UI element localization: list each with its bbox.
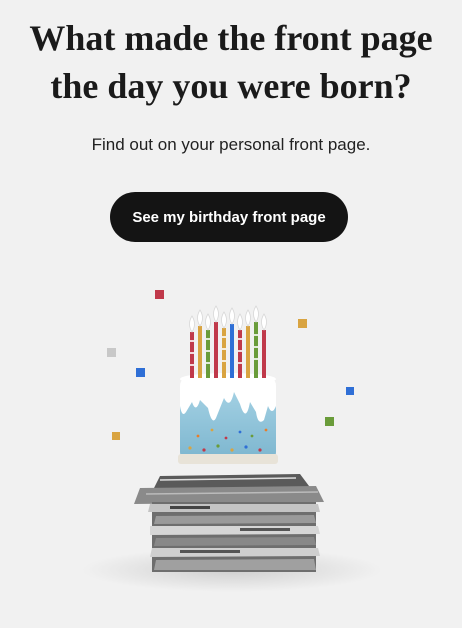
headline-line-1: What made the front page [29,18,433,58]
headline-line-2: the day you were born? [50,66,412,106]
hero-subheadline: Find out on your personal front page. [91,135,371,154]
cake-body [178,373,278,464]
newspaper-stack [134,474,324,572]
hero-headline: What made the front page the day you wer… [0,14,462,110]
birthday-front-page-button[interactable]: See my birthday front page [110,192,348,242]
birthday-cake-illustration [82,290,382,592]
cake-candles [190,322,266,378]
